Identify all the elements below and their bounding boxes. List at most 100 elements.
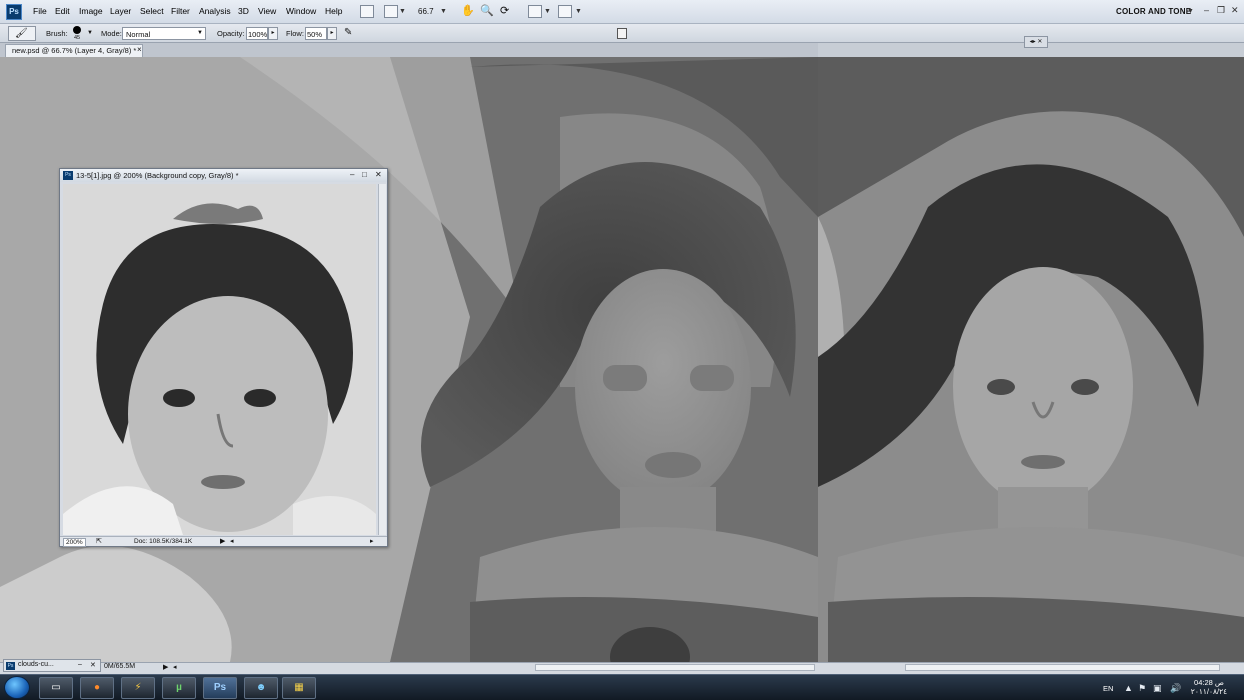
reference-photo[interactable] <box>63 184 376 535</box>
close-icon[interactable]: × <box>137 45 142 54</box>
menu-edit[interactable]: Edit <box>55 6 70 16</box>
photoshop-icon: Ps <box>213 682 227 693</box>
close-icon[interactable]: ✕ <box>90 661 96 669</box>
mode-label: Mode: <box>101 29 122 38</box>
menu-bar: Ps File Edit Image Layer Select Filter A… <box>0 0 1244 24</box>
chevron-down-icon[interactable]: ▼ <box>1187 8 1194 15</box>
options-bar: 🖌 Brush: 45 ▼ Mode: Normal ▼ Opacity: 10… <box>0 24 1244 43</box>
status-menu-icon[interactable]: ⇱ <box>96 537 102 545</box>
chevron-down-icon[interactable]: ▼ <box>87 30 93 36</box>
reference-document-window[interactable]: 13-5[1].jpg @ 200% (Background copy, Gra… <box>59 168 388 547</box>
chevron-down-icon[interactable]: ▼ <box>399 8 406 15</box>
mode-select[interactable]: Normal ▼ <box>122 27 206 40</box>
menu-analysis[interactable]: Analysis <box>199 6 231 16</box>
taskbar-firefox[interactable]: ● <box>80 677 114 699</box>
hand-tool-icon[interactable]: ✋ <box>461 4 475 17</box>
scroll-right-icon[interactable]: ▸ <box>370 537 374 545</box>
status-arrow-icon[interactable]: ▶ <box>163 663 168 671</box>
close-icon[interactable]: ✕ <box>1231 5 1239 16</box>
chevron-down-icon[interactable]: ▼ <box>575 8 582 15</box>
document-tab[interactable]: new.psd @ 66.7% (Layer 4, Gray/8) * <box>5 44 144 57</box>
bridge-icon[interactable] <box>360 5 374 18</box>
minimized-document-window[interactable]: Ps clouds-cu... – ✕ <box>3 659 101 672</box>
reference-window-title[interactable]: 13-5[1].jpg @ 200% (Background copy, Gra… <box>60 169 387 182</box>
comparison-canvas[interactable] <box>818 57 1244 662</box>
flow-slider-button[interactable]: ▸ <box>327 27 337 40</box>
rotate-view-icon[interactable]: ⟳ <box>500 4 509 17</box>
reference-status-bar: 200% ⇱ Doc: 108.5K/384.1K ▶ ◂ ▸ <box>60 536 387 547</box>
status-arrow-icon[interactable]: ▶ <box>220 537 225 545</box>
flow-label: Flow: <box>286 29 304 38</box>
messenger-icon: ☻ <box>255 682 267 693</box>
restore-icon[interactable]: ❐ <box>1217 5 1225 16</box>
taskbar-explorer[interactable]: ▭ <box>39 677 73 699</box>
menu-file[interactable]: File <box>33 6 47 16</box>
reference-zoom-field[interactable]: 200% <box>63 538 86 547</box>
tool-preset-picker[interactable]: 🖌 <box>8 26 36 41</box>
chevron-down-icon[interactable]: ▼ <box>440 8 447 15</box>
scroll-left-icon[interactable]: ◂ <box>173 663 177 671</box>
vertical-scrollbar[interactable] <box>378 184 386 535</box>
zoom-tool-icon[interactable]: 🔍 <box>480 4 494 17</box>
firefox-icon: ● <box>93 682 101 693</box>
tray-date: ٢٠١١/٠٨/٢٤ <box>1190 687 1228 696</box>
photoshop-doc-icon: Ps <box>63 171 73 180</box>
maximize-icon[interactable]: □ <box>362 170 367 179</box>
minimized-doc-title: clouds-cu... <box>18 661 54 668</box>
menu-view[interactable]: View <box>258 6 276 16</box>
media-player-icon: ▦ <box>294 682 304 693</box>
taskbar-media[interactable]: ▦ <box>282 677 316 699</box>
start-button-icon[interactable] <box>4 676 30 699</box>
utorrent-icon: µ <box>176 682 182 693</box>
tray-clock[interactable]: 04:28 ص ٢٠١١/٠٨/٢٤ <box>1187 678 1231 696</box>
menu-help[interactable]: Help <box>325 6 342 16</box>
menu-3d[interactable]: 3D <box>238 6 249 16</box>
zoom-level-select[interactable]: 66.7 <box>418 7 434 16</box>
taskbar-winamp[interactable]: ⚡ <box>121 677 155 699</box>
taskbar-messenger[interactable]: ☻ <box>244 677 278 699</box>
tray-expand-icon[interactable]: ▲ <box>1124 683 1133 693</box>
action-center-flag-icon[interactable]: ⚑ <box>1138 683 1146 694</box>
reference-doc-size: Doc: 108.5K/384.1K <box>134 538 193 545</box>
menu-image[interactable]: Image <box>79 6 103 16</box>
horizontal-scrollbar-right[interactable] <box>905 664 1220 671</box>
network-icon[interactable]: ▣ <box>1153 683 1162 694</box>
screen-mode-icon[interactable] <box>558 5 572 18</box>
taskbar-photoshop[interactable]: Ps <box>203 677 237 699</box>
folder-icon: ▭ <box>51 682 61 693</box>
scroll-left-icon[interactable]: ◂ <box>230 537 234 545</box>
brush-panel-toggle-icon[interactable] <box>617 28 627 39</box>
view-extras-icon[interactable] <box>384 5 398 18</box>
horizontal-scrollbar[interactable] <box>535 664 815 671</box>
document-tab-title: new.psd @ 66.7% (Layer 4, Gray/8) * <box>12 46 137 55</box>
volume-icon[interactable]: 🔊 <box>1170 683 1181 694</box>
brush-tool-icon: 🖌 <box>15 28 28 39</box>
winamp-icon: ⚡ <box>134 682 142 693</box>
menu-layer[interactable]: Layer <box>110 6 131 16</box>
brush-size: 45 <box>74 35 81 41</box>
opacity-input[interactable]: 100% <box>246 27 268 40</box>
minimize-icon[interactable]: – <box>78 661 82 668</box>
panel-collapse-grip[interactable]: ◂▸ ✕ <box>1024 36 1048 48</box>
reference-window-title-text: 13-5[1].jpg @ 200% (Background copy, Gra… <box>76 171 239 180</box>
minimize-icon[interactable]: – <box>350 170 354 179</box>
minimize-icon[interactable]: – <box>1204 5 1209 15</box>
flow-input[interactable]: 50% <box>305 27 327 40</box>
arrange-documents-icon[interactable] <box>528 5 542 18</box>
chevron-down-icon: ▼ <box>197 30 203 36</box>
workspace-switcher[interactable]: COLOR AND TONE <box>1116 7 1191 16</box>
close-icon[interactable]: ✕ <box>375 170 382 179</box>
opacity-label: Opacity: <box>217 29 245 38</box>
opacity-slider-button[interactable]: ▸ <box>268 27 278 40</box>
airbrush-icon[interactable]: ✎ <box>344 27 352 38</box>
brush-label: Brush: <box>46 29 68 38</box>
tray-language[interactable]: EN <box>1103 684 1113 693</box>
menu-select[interactable]: Select <box>140 6 164 16</box>
menu-window[interactable]: Window <box>286 6 316 16</box>
painting-final-artwork <box>818 57 1244 662</box>
brush-preview-icon[interactable] <box>73 26 81 34</box>
chevron-down-icon[interactable]: ▼ <box>544 8 551 15</box>
taskbar-utorrent[interactable]: µ <box>162 677 196 699</box>
menu-filter[interactable]: Filter <box>171 6 190 16</box>
photoshop-logo-icon[interactable]: Ps <box>6 4 22 20</box>
